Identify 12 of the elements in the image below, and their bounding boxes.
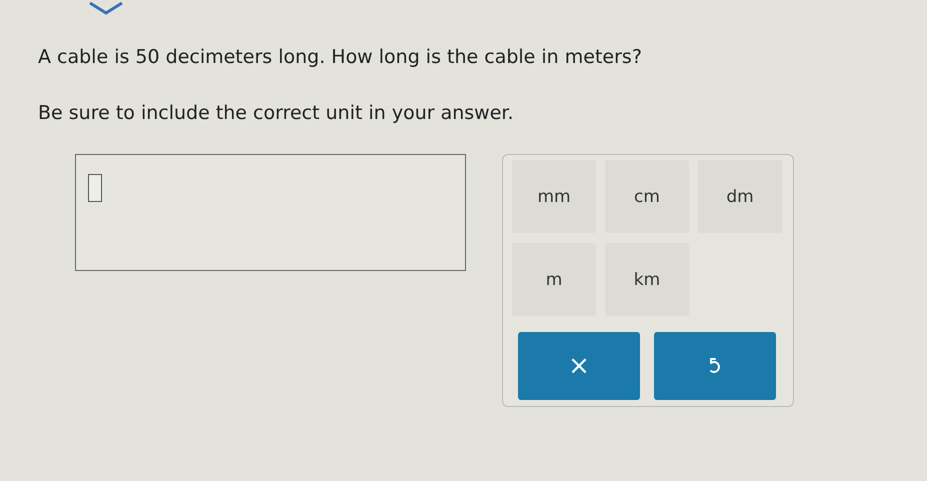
unit-key[interactable]: m [512, 243, 596, 316]
answer-field[interactable] [75, 154, 466, 271]
unit-key[interactable]: mm [512, 160, 596, 233]
question-text: A cable is 50 decimeters long. How long is the cable in meters? [38, 45, 643, 70]
unit-key[interactable]: cm [605, 160, 689, 233]
question-text: Be sure to include the correct unit in your answer. [38, 101, 515, 126]
unit-key[interactable]: km [605, 243, 689, 316]
chevron-down-icon[interactable] [86, 0, 126, 16]
undo-icon [708, 357, 722, 375]
clear-button[interactable]: × [518, 332, 640, 400]
answer-slot[interactable] [88, 174, 102, 202]
unit-key[interactable]: dm [698, 160, 782, 233]
